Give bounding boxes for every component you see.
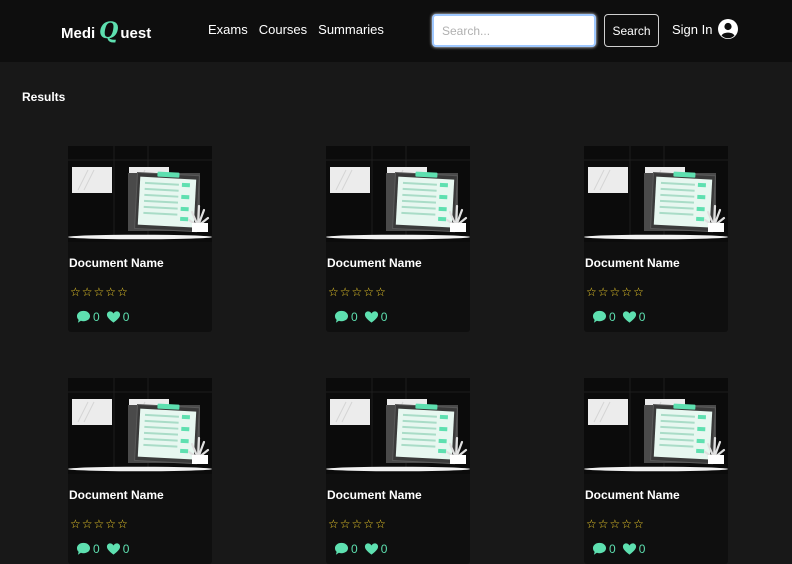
- document-name: Document Name: [585, 256, 680, 270]
- like-count: 0: [122, 310, 130, 324]
- document-thumbnail-image: [68, 146, 212, 242]
- document-card[interactable]: Document Name ☆ ☆ ☆ ☆ ☆ 0 0: [326, 146, 470, 332]
- star-outline-icon[interactable]: ☆: [352, 518, 363, 530]
- star-outline-icon[interactable]: ☆: [363, 518, 374, 530]
- star-outline-icon[interactable]: ☆: [598, 286, 609, 298]
- star-outline-icon[interactable]: ☆: [586, 518, 597, 530]
- card-stats: 0 0: [592, 542, 651, 556]
- card-stats: 0 0: [334, 310, 393, 324]
- star-outline-icon[interactable]: ☆: [375, 518, 386, 530]
- nav-link-courses[interactable]: Courses: [259, 22, 307, 37]
- search-button[interactable]: Search: [604, 14, 659, 47]
- document-name: Document Name: [69, 256, 164, 270]
- document-name: Document Name: [585, 488, 680, 502]
- star-outline-icon[interactable]: ☆: [117, 286, 128, 298]
- card-stats: 0 0: [76, 310, 135, 324]
- document-thumbnail-image: [326, 378, 470, 474]
- like-count: 0: [380, 310, 388, 324]
- comment-count: 0: [609, 310, 616, 324]
- rating-stars: ☆ ☆ ☆ ☆ ☆: [70, 286, 128, 298]
- sign-in-button[interactable]: Sign In: [672, 18, 739, 40]
- sign-in-label: Sign In: [672, 21, 713, 37]
- star-outline-icon[interactable]: ☆: [633, 518, 644, 530]
- document-card[interactable]: Document Name ☆ ☆ ☆ ☆ ☆ 0 0: [326, 378, 470, 564]
- user-circle-icon: [718, 19, 739, 39]
- star-outline-icon[interactable]: ☆: [94, 286, 105, 298]
- comment-icon[interactable]: [592, 310, 607, 324]
- comment-icon[interactable]: [592, 542, 607, 556]
- heart-icon[interactable]: [622, 542, 637, 556]
- heart-icon[interactable]: [364, 542, 379, 556]
- comment-count: 0: [93, 542, 100, 556]
- document-card[interactable]: Document Name ☆ ☆ ☆ ☆ ☆ 0 0: [584, 146, 728, 332]
- star-outline-icon[interactable]: ☆: [633, 286, 644, 298]
- card-stats: 0 0: [592, 310, 651, 324]
- star-outline-icon[interactable]: ☆: [70, 518, 81, 530]
- heart-icon[interactable]: [106, 310, 121, 324]
- document-thumbnail-image: [68, 378, 212, 474]
- document-name: Document Name: [327, 256, 422, 270]
- star-outline-icon[interactable]: ☆: [586, 286, 597, 298]
- nav-link-exams[interactable]: Exams: [208, 22, 248, 37]
- star-outline-icon[interactable]: ☆: [117, 518, 128, 530]
- star-outline-icon[interactable]: ☆: [363, 286, 374, 298]
- star-outline-icon[interactable]: ☆: [610, 286, 621, 298]
- heart-icon[interactable]: [364, 310, 379, 324]
- like-count: 0: [638, 310, 646, 324]
- star-outline-icon[interactable]: ☆: [328, 286, 339, 298]
- star-outline-icon[interactable]: ☆: [105, 286, 116, 298]
- star-outline-icon[interactable]: ☆: [340, 286, 351, 298]
- comment-icon[interactable]: [76, 310, 91, 324]
- card-stats: 0 0: [76, 542, 135, 556]
- star-outline-icon[interactable]: ☆: [94, 518, 105, 530]
- rating-stars: ☆ ☆ ☆ ☆ ☆: [70, 518, 128, 530]
- star-outline-icon[interactable]: ☆: [610, 518, 621, 530]
- document-card[interactable]: Document Name ☆ ☆ ☆ ☆ ☆ 0 0: [68, 146, 212, 332]
- comment-count: 0: [609, 542, 616, 556]
- star-outline-icon[interactable]: ☆: [70, 286, 81, 298]
- comment-icon[interactable]: [334, 310, 349, 324]
- card-stats: 0 0: [334, 542, 393, 556]
- nav-links: Exams Courses Summaries: [208, 22, 395, 37]
- brand-text-left: Medi: [61, 25, 96, 42]
- comment-icon[interactable]: [334, 542, 349, 556]
- document-thumbnail-image: [326, 146, 470, 242]
- comment-count: 0: [93, 310, 100, 324]
- star-outline-icon[interactable]: ☆: [352, 286, 363, 298]
- like-count: 0: [638, 542, 646, 556]
- document-card[interactable]: Document Name ☆ ☆ ☆ ☆ ☆ 0 0: [68, 378, 212, 564]
- star-outline-icon[interactable]: ☆: [340, 518, 351, 530]
- document-card[interactable]: Document Name ☆ ☆ ☆ ☆ ☆ 0 0: [584, 378, 728, 564]
- like-count: 0: [380, 542, 388, 556]
- rating-stars: ☆ ☆ ☆ ☆ ☆: [328, 518, 386, 530]
- document-thumbnail-image: [584, 378, 728, 474]
- like-count: 0: [122, 542, 130, 556]
- star-outline-icon[interactable]: ☆: [621, 286, 632, 298]
- rating-stars: ☆ ☆ ☆ ☆ ☆: [328, 286, 386, 298]
- rating-stars: ☆ ☆ ☆ ☆ ☆: [586, 518, 644, 530]
- brand-logo[interactable]: Medi Q uest: [61, 20, 151, 42]
- comment-icon[interactable]: [76, 542, 91, 556]
- comment-count: 0: [351, 542, 358, 556]
- document-name: Document Name: [327, 488, 422, 502]
- document-thumbnail-image: [584, 146, 728, 242]
- star-outline-icon[interactable]: ☆: [82, 518, 93, 530]
- star-outline-icon[interactable]: ☆: [328, 518, 339, 530]
- star-outline-icon[interactable]: ☆: [375, 286, 386, 298]
- star-outline-icon[interactable]: ☆: [621, 518, 632, 530]
- heart-icon[interactable]: [622, 310, 637, 324]
- brand-text-right: uest: [120, 25, 152, 42]
- brand-q: Q: [99, 18, 119, 44]
- search-input[interactable]: [432, 14, 596, 47]
- nav-link-summaries[interactable]: Summaries: [318, 22, 384, 37]
- comment-count: 0: [351, 310, 358, 324]
- document-name: Document Name: [69, 488, 164, 502]
- star-outline-icon[interactable]: ☆: [105, 518, 116, 530]
- heart-icon[interactable]: [106, 542, 121, 556]
- navbar: Medi Q uest Exams Courses Summaries Sear…: [0, 0, 792, 62]
- star-outline-icon[interactable]: ☆: [598, 518, 609, 530]
- results-title: Results: [22, 90, 66, 104]
- rating-stars: ☆ ☆ ☆ ☆ ☆: [586, 286, 644, 298]
- star-outline-icon[interactable]: ☆: [82, 286, 93, 298]
